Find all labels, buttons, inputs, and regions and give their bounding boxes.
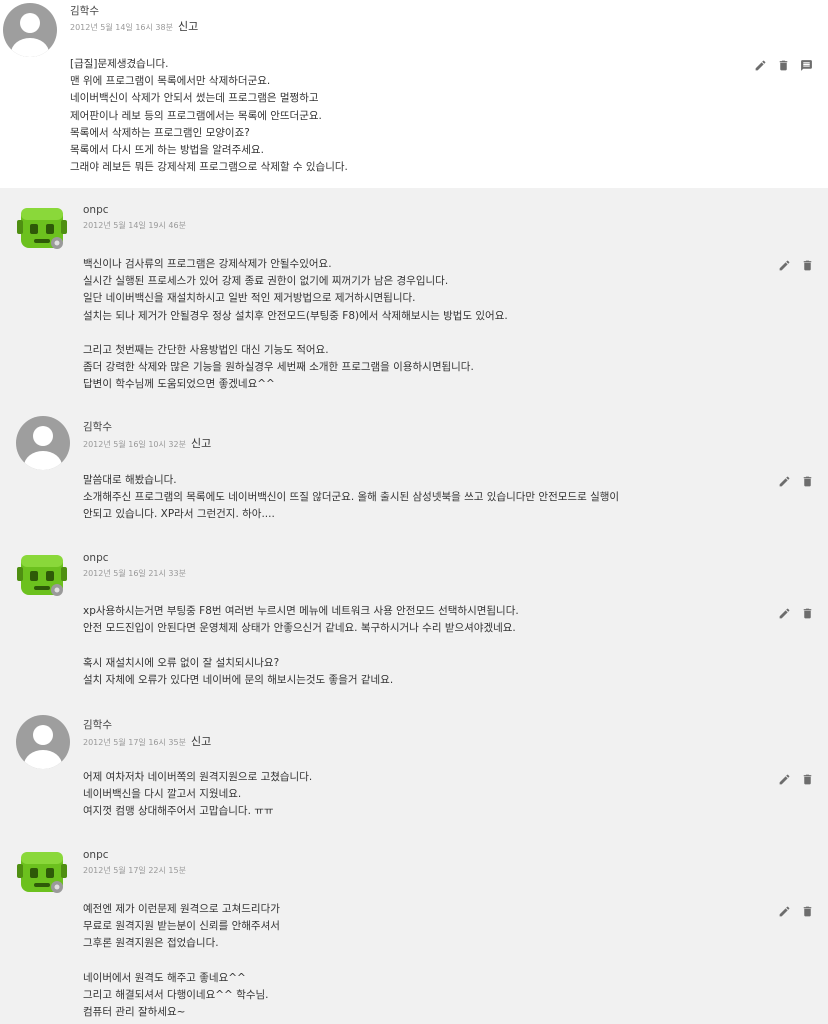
green-robot-avatar[interactable] [16,202,68,254]
trash-icon [803,260,811,270]
green-robot-avatar[interactable] [16,846,68,898]
comment-reply: 김학수 2012년 5월 17일 16시 35분 신고 어제 여차저차 네이버쪽의… [0,706,828,844]
edit-button[interactable] [777,904,791,918]
pencil-icon [779,608,789,618]
pencil-icon [755,60,765,70]
delete-button[interactable] [800,474,814,488]
comment-meta: 2012년 5월 16일 21시 33분 [83,568,186,579]
pencil-icon [779,774,789,784]
comment-actions [777,606,814,620]
comment-author[interactable]: onpc [83,552,109,564]
user-avatar[interactable] [3,3,57,57]
pencil-icon [779,476,789,486]
trash-icon [803,774,811,784]
comment-body: 어제 여차저차 네이버쪽의 원격지원으로 고쳤습니다. 네이버백신을 다시 깔고… [83,771,313,818]
comment-author[interactable]: onpc [83,849,109,861]
delete-button[interactable] [800,606,814,620]
comment-date: 2012년 5월 14일 16시 38분 [70,23,173,32]
comment-body: 말씀대로 해봤습니다. 소개해주신 프로그램의 목록에도 네이버백신이 뜨질 않… [83,474,620,521]
comment-actions [777,474,814,488]
comment-reply: onpc 2012년 5월 14일 19시 46분 백신이나 검사류의 프로그램… [0,188,828,402]
trash-icon [779,60,787,70]
user-avatar[interactable] [16,715,70,769]
comment-author[interactable]: onpc [83,204,109,216]
report-link[interactable]: 신고 [191,735,211,748]
comment-date: 2012년 5월 17일 22시 15분 [83,866,186,875]
comment-reply: onpc 2012년 5월 17일 22시 15분 예전엔 제가 이런문제 원격… [0,844,828,1024]
green-robot-avatar[interactable] [16,549,68,601]
user-avatar[interactable] [16,416,70,470]
comment-date: 2012년 5월 14일 19시 46분 [83,221,186,230]
edit-button[interactable] [777,772,791,786]
comment-root: 김학수 2012년 5월 14일 16시 38분 신고 [급질]문제생겼습니다. … [0,0,828,188]
comment-meta: 2012년 5월 14일 19시 46분 [83,220,186,231]
comment-date: 2012년 5월 16일 21시 33분 [83,569,186,578]
comment-actions [753,58,813,72]
comment-actions [777,772,814,786]
edit-button[interactable] [777,474,791,488]
pencil-icon [779,260,789,270]
comment-body: [급질]문제생겼습니다. 맨 위에 프로그램이 목록에서만 삭제하더군요. 네이… [70,58,348,174]
comment-reply: onpc 2012년 5월 16일 21시 33분 xp사용하시는거면 부팅중 … [0,542,828,706]
trash-icon [803,476,811,486]
reply-button[interactable] [799,58,813,72]
comment-author[interactable]: 김학수 [83,717,112,732]
comment-meta: 2012년 5월 17일 22시 15분 [83,865,186,876]
comment-actions [777,904,814,918]
pencil-icon [779,906,789,916]
delete-button[interactable] [800,904,814,918]
comment-meta: 2012년 5월 14일 16시 38분 신고 [70,18,198,34]
comment-body: 백신이나 검사류의 프로그램은 강제삭제가 안될수있어요. 실시간 실행된 프로… [83,258,508,391]
comment-author[interactable]: 김학수 [70,3,99,18]
edit-button[interactable] [753,58,767,72]
comment-date: 2012년 5월 17일 16시 35분 [83,738,186,747]
edit-button[interactable] [777,258,791,272]
comment-meta: 2012년 5월 16일 10시 32분 신고 [83,435,211,451]
edit-button[interactable] [777,606,791,620]
report-link[interactable]: 신고 [178,20,198,33]
report-link[interactable]: 신고 [191,437,211,450]
comment-body: 예전엔 제가 이런문제 원격으로 고쳐드리다가 무료로 원격지원 받는분이 신뢰… [83,903,280,1019]
comment-body: xp사용하시는거면 부팅중 F8번 여러번 누르시면 메뉴에 네트워크 사용 안… [83,605,519,686]
delete-button[interactable] [800,258,814,272]
comment-actions [777,258,814,272]
comment-date: 2012년 5월 16일 10시 32분 [83,440,186,449]
comment-meta: 2012년 5월 17일 16시 35분 신고 [83,733,211,749]
delete-button[interactable] [776,58,790,72]
comment-reply: 김학수 2012년 5월 16일 10시 32분 신고 말씀대로 해봤습니다. 소… [0,402,828,542]
reply-comment-icon [800,59,812,71]
delete-button[interactable] [800,772,814,786]
trash-icon [803,608,811,618]
trash-icon [803,906,811,916]
comment-author[interactable]: 김학수 [83,419,112,434]
